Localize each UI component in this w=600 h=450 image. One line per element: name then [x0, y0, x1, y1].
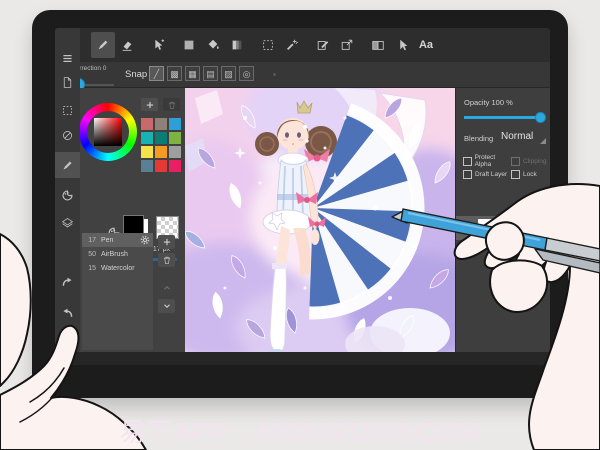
tool-select[interactable] [256, 32, 280, 58]
layer-opacity-knob[interactable] [535, 112, 546, 123]
bottom-strip [55, 352, 550, 365]
layer-opacity-label: Opacity 100 % [464, 98, 513, 107]
color-swatch-8[interactable] [169, 146, 181, 158]
tool-divide[interactable] [366, 32, 390, 58]
paint-app-screen: Aa Correction 0 Snap ╱▩▦▤▨◎ Opacity 100 … [55, 28, 550, 365]
color-swatch-5[interactable] [169, 132, 181, 144]
color-wheel[interactable] [79, 103, 137, 161]
checkbox-lock[interactable]: Lock [511, 170, 537, 179]
tool-transform[interactable] [311, 32, 335, 58]
brush-item-watercolor[interactable]: 15 Watercolor [82, 261, 153, 275]
layer-row[interactable]: Layer [456, 216, 550, 240]
main-toolbar: Aa [55, 28, 550, 62]
snap-label: Snap [125, 69, 148, 80]
snap-horizontal-icon[interactable]: ▤ [203, 66, 218, 81]
layer-name: Layer [500, 223, 523, 233]
sub-toolbar: Correction 0 Snap ╱ ▩ ▦ ▤ ▨ ◎ [55, 62, 550, 91]
color-swatch-9[interactable] [141, 160, 153, 172]
color-swatch-7[interactable] [155, 146, 167, 158]
checkbox-clipping: Clipping [511, 154, 547, 168]
brush-move-up-button[interactable] [158, 281, 175, 295]
brush-name: Pen [101, 236, 114, 244]
brush-size: 17 [88, 236, 96, 244]
tool-sidebar [55, 28, 80, 352]
sidebar-deselect-icon[interactable] [55, 122, 80, 148]
color-swatch-10[interactable] [155, 160, 167, 172]
color-swatch-0[interactable] [141, 118, 153, 130]
brush-color-panel: Opacity 100 % Width 17 px 17Pen50AirBrus… [79, 88, 185, 352]
brush-move-down-button[interactable] [158, 299, 175, 313]
layer-thumbnail[interactable] [478, 219, 493, 237]
tool-shape-fill[interactable] [177, 32, 201, 58]
brush-size: 15 [88, 264, 96, 272]
tool-text[interactable]: Aa [414, 32, 438, 58]
saturation-value-square[interactable] [94, 118, 122, 146]
snap-grid-icon[interactable]: ▦ [185, 66, 200, 81]
tool-gradient[interactable] [225, 32, 249, 58]
color-swatch-4[interactable] [155, 132, 167, 144]
delete-swatch-button[interactable] [163, 98, 180, 111]
sidebar-layers-icon[interactable] [55, 209, 80, 235]
tool-eraser[interactable] [115, 32, 139, 58]
delete-brush-button[interactable] [158, 253, 175, 267]
blending-dropdown-corner [540, 138, 546, 144]
sidebar-undo-icon[interactable] [55, 300, 80, 326]
canvas-artwork [140, 63, 495, 365]
left-hand-fingers [0, 233, 32, 387]
tool-magic-wand[interactable] [280, 32, 304, 58]
brush-item-pen[interactable]: 17 Pen [82, 233, 153, 247]
checkbox-row-1: Protect Alpha Clipping [463, 154, 547, 168]
scene: Aa Correction 0 Snap ╱▩▦▤▨◎ Opacity 100 … [0, 0, 600, 450]
sidebar-redo-icon[interactable] [55, 269, 80, 295]
brush-name: Watercolor [101, 264, 135, 272]
layer-visibility-eye-icon[interactable] [460, 219, 476, 237]
sidebar-menu-icon[interactable] [55, 45, 80, 71]
checkbox-row-2: Draft Layer Lock [463, 170, 537, 179]
blending-label: Blending [464, 134, 494, 143]
brush-size: 50 [88, 250, 96, 258]
watermark: 易下APP · 4008891800.COM [119, 417, 481, 447]
layer-settings-gear-icon[interactable] [533, 219, 547, 237]
color-swatch-11[interactable] [169, 160, 181, 172]
drawing-canvas[interactable] [140, 63, 495, 365]
tool-cursor[interactable] [390, 32, 414, 58]
snap-radial-icon[interactable]: ◎ [239, 66, 254, 81]
brush-settings-gear-icon[interactable] [140, 235, 150, 245]
layer-opacity-slider[interactable] [464, 112, 546, 123]
snap-crosshatch-icon[interactable]: ▩ [167, 66, 182, 81]
swatch-grid [141, 118, 181, 172]
add-swatch-button[interactable] [141, 98, 158, 111]
checkbox-draft-layer[interactable]: Draft Layer [463, 170, 511, 179]
brush-item-airbrush[interactable]: 50 AirBrush [82, 247, 153, 261]
add-brush-button[interactable] [158, 235, 175, 249]
color-swatch-2[interactable] [169, 118, 181, 130]
tool-bucket[interactable] [201, 32, 225, 58]
tool-pen[interactable] [91, 32, 115, 58]
sidebar-brush-icon[interactable] [55, 152, 80, 178]
snap-diagonal-icon[interactable]: ▨ [221, 66, 236, 81]
sidebar-select-icon[interactable] [55, 97, 80, 123]
snap-mode-row: ╱ ▩ ▦ ▤ ▨ ◎ [149, 66, 254, 81]
layer-panel: Opacity 100 % Blending Normal Protect Al… [455, 88, 550, 352]
blending-dropdown[interactable]: Normal [501, 131, 533, 142]
color-swatch-6[interactable] [141, 146, 153, 158]
tablet: Aa Correction 0 Snap ╱▩▦▤▨◎ Opacity 100 … [32, 10, 568, 398]
brush-name: AirBrush [101, 250, 128, 258]
sidebar-file-icon[interactable] [55, 69, 80, 95]
checkbox-protect-alpha[interactable]: Protect Alpha [463, 154, 511, 168]
tool-export[interactable] [335, 32, 359, 58]
tool-move[interactable] [146, 32, 170, 58]
sidebar-palette-icon[interactable] [55, 182, 80, 208]
brush-list: 17 Pen 50 AirBrush 15 Watercolor [82, 233, 153, 350]
snap-more-dot [273, 73, 276, 76]
color-swatch-1[interactable] [155, 118, 167, 130]
color-swatch-3[interactable] [141, 132, 153, 144]
brush-list-buttons [158, 235, 176, 317]
snap-off-icon[interactable]: ╱ [149, 66, 164, 81]
